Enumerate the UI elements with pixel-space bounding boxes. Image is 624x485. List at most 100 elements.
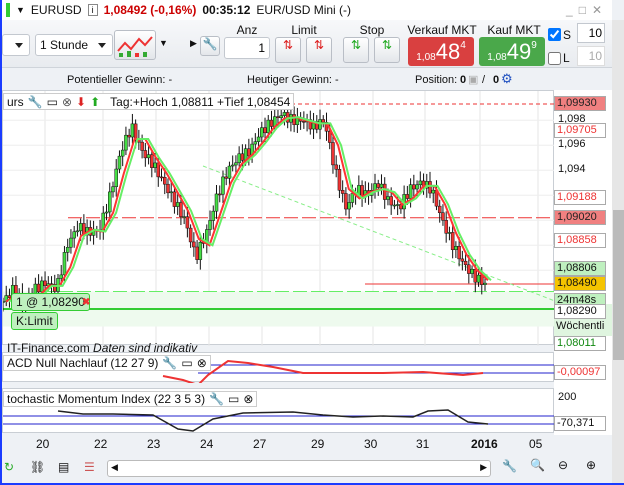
- refresh-icon[interactable]: ↻: [4, 460, 14, 474]
- clock: 00:35:12: [202, 3, 251, 17]
- candle: [111, 186, 115, 193]
- s-checkbox[interactable]: [548, 28, 561, 41]
- candle: [460, 258, 465, 262]
- time-tick: 2016: [471, 437, 498, 451]
- candle: [463, 260, 468, 266]
- order-type: K:Limit: [11, 312, 58, 330]
- chart-type-dropdown[interactable]: ▼: [159, 38, 168, 48]
- candle: [347, 202, 351, 210]
- candle: [185, 216, 190, 229]
- zoom-fit-icon[interactable]: 🔍: [530, 458, 545, 472]
- price-chart[interactable]: urs 🔧 ▭ ⊗ ⬇ ⬆ Tag:+Hoch 1,08811 +Tief 1,…: [2, 90, 555, 355]
- stop-buy-button[interactable]: ⇅: [343, 37, 369, 63]
- candle: [334, 164, 338, 170]
- price-axis[interactable]: Wöchentli -0,00097 200 -70,371 1,098 1,09…: [554, 90, 612, 435]
- candle: [350, 193, 355, 203]
- candle: [260, 127, 264, 138]
- candle: [221, 176, 225, 195]
- vertical-scrollbar[interactable]: [612, 20, 624, 483]
- candle: [263, 127, 267, 134]
- candle: [389, 196, 393, 206]
- candle: [179, 202, 183, 217]
- candle: [75, 230, 80, 233]
- cancel-order-icon[interactable]: ✖: [82, 297, 90, 308]
- candle: [65, 247, 70, 253]
- close-icon[interactable]: ⊗: [197, 356, 207, 370]
- candle: [150, 154, 154, 168]
- price-tag: 1,08858: [554, 233, 606, 248]
- price-tick: 1,096: [558, 138, 586, 150]
- time-tick: 05: [529, 437, 543, 451]
- chart-type-button[interactable]: [114, 30, 156, 60]
- close-position-icon[interactable]: ▣: [468, 73, 478, 86]
- order-label[interactable]: 1 @ 1,08290: [11, 293, 90, 311]
- wrench-icon[interactable]: 🔧: [209, 392, 224, 406]
- quantity-input[interactable]: [224, 37, 270, 59]
- close-icon[interactable]: ⊗: [62, 95, 72, 109]
- zoom-out-icon[interactable]: ⊖: [558, 458, 568, 472]
- time-tick: 24: [200, 437, 214, 451]
- l-value-input[interactable]: [577, 46, 605, 66]
- link-icon[interactable]: ⛓: [30, 460, 45, 474]
- candle: [450, 232, 455, 250]
- candle: [340, 190, 345, 194]
- orderbook-icon[interactable]: ☰: [84, 460, 95, 474]
- bottom-toolbar: ↻ ⛓ ▤ ☰ ◀ ▶ 🔧 🔍 ⊖ ⊕: [2, 455, 612, 483]
- toolbar: 1 Stunde ▼ ▶ 🔧 Anz Limit ⇅ ⇅ Stop ⇅ ⇅ Ve…: [2, 20, 612, 68]
- sell-arrow-icon[interactable]: ⬇: [76, 95, 86, 109]
- candle: [182, 216, 186, 218]
- window-controls[interactable]: _□✕: [566, 3, 612, 17]
- window-icon[interactable]: ▭: [181, 356, 192, 370]
- limit-sell-button[interactable]: ⇅: [306, 37, 332, 63]
- candle: [331, 142, 335, 166]
- horizontal-scrollbar[interactable]: ◀ ▶: [107, 460, 491, 477]
- candle: [321, 119, 326, 123]
- candle: [337, 169, 342, 191]
- expand-arrow[interactable]: ▶: [190, 38, 197, 49]
- info-icon[interactable]: i: [87, 4, 98, 16]
- window-icon[interactable]: ▭: [228, 392, 239, 406]
- candle: [412, 184, 416, 190]
- candle: [382, 183, 387, 200]
- candle: [143, 150, 148, 159]
- stop-label: Stop: [359, 23, 385, 37]
- candle: [483, 282, 487, 285]
- candle: [415, 184, 419, 190]
- stop-sell-button[interactable]: ⇅: [374, 37, 400, 63]
- time-tick: 22: [94, 437, 108, 451]
- price-tag: 1,09020: [554, 210, 606, 225]
- candle: [156, 162, 161, 178]
- symbol-select[interactable]: [2, 34, 30, 56]
- limit-buy-button[interactable]: ⇅: [275, 37, 301, 63]
- candle: [247, 148, 251, 157]
- candle: [467, 264, 471, 274]
- wrench-button[interactable]: 🔧: [200, 36, 220, 56]
- candle: [195, 246, 199, 260]
- candle: [175, 202, 180, 207]
- report-icon[interactable]: ▤: [58, 460, 69, 474]
- candle: [376, 183, 380, 188]
- macd-label: ACD Null Nachlauf (12 27 9): [7, 356, 159, 370]
- candle: [40, 280, 44, 293]
- s-value-input[interactable]: [577, 23, 605, 43]
- candle: [140, 141, 144, 151]
- l-checkbox[interactable]: [548, 52, 561, 65]
- wrench-icon[interactable]: 🔧: [162, 356, 177, 370]
- dropdown-icon[interactable]: ▼: [16, 5, 25, 15]
- window-icon[interactable]: ▭: [47, 95, 58, 109]
- wrench-icon[interactable]: 🔧: [28, 95, 43, 109]
- timeframe-select[interactable]: 1 Stunde: [35, 34, 113, 56]
- macd-panel[interactable]: ACD Null Nachlauf (12 27 9) 🔧 ▭ ⊗: [2, 352, 555, 383]
- today-profit: Heutiger Gewinn: -: [247, 74, 339, 86]
- limit-label: Limit: [291, 23, 317, 37]
- chart-settings-icon[interactable]: 🔧: [502, 459, 517, 473]
- gear-icon[interactable]: ⚙: [501, 71, 513, 87]
- title-bar: ▼ EURUSD i 1,08492 (-0,16%) 00:35:12 EUR…: [2, 0, 612, 20]
- candle: [69, 237, 73, 248]
- buy-market-button[interactable]: 1,08 49 9: [479, 37, 545, 66]
- sell-market-button[interactable]: 1,08 48 4: [408, 37, 474, 66]
- smi-panel[interactable]: tochastic Momentum Index (22 3 5 3) 🔧 ▭ ⊗: [2, 388, 555, 433]
- zoom-in-icon[interactable]: ⊕: [586, 458, 596, 472]
- close-icon[interactable]: ⊗: [243, 392, 253, 406]
- buy-arrow-icon[interactable]: ⬆: [90, 95, 100, 109]
